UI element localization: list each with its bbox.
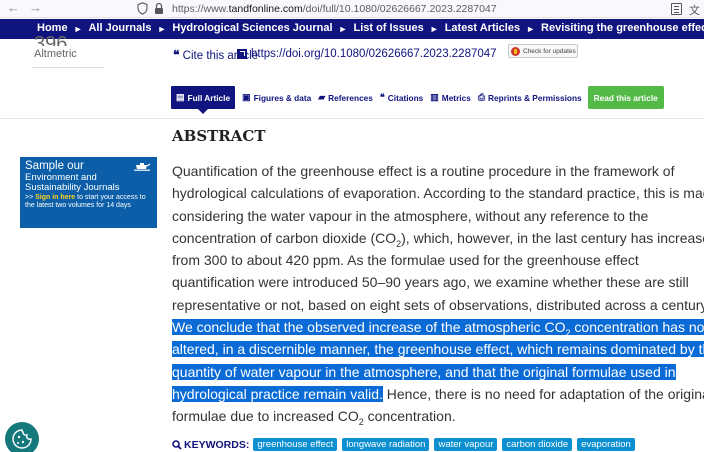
tab-reprints-permissions[interactable]: ⎙ Reprints & Permissions [478,86,582,109]
doi-link[interactable]: https://doi.org/10.1080/02626667.2023.22… [237,48,497,60]
tab-label: Full Article [187,92,231,103]
cookie-settings-button[interactable] [5,422,39,452]
external-link-icon [237,49,247,59]
reader-view-icon[interactable] [671,3,682,15]
sign-in-link[interactable]: Sign in here [35,194,75,201]
image-icon: ▣ [242,92,251,102]
altmetric-label: Altmetric [34,48,77,60]
tab-label: Figures & data [253,92,312,103]
tab-metrics[interactable]: ▥ Metrics [430,86,471,109]
tab-label: Reprints & Permissions [488,92,582,103]
divider [0,118,704,119]
tab-references[interactable]: ▰ References [318,86,373,109]
browser-toolbar: ← → https://www.tandfonline.com/doi/full… [0,0,704,18]
tab-full-article[interactable]: ▤ Full Article [171,86,236,114]
divider [32,67,104,68]
promo-text: >> Sign in here to start your access to … [25,194,146,209]
breadcrumb-item: Revisiting the greenhouse effect – a hyd… [541,22,704,34]
quote-icon: ❝ [379,92,385,102]
arrow-right-icon[interactable]: → [29,1,42,15]
breadcrumb-separator-icon: ► [429,24,439,34]
lock-icon[interactable] [154,2,164,15]
tab-read-this-article[interactable]: Read this article [587,86,664,109]
article-tabs: ▤ Full Article ▣ Figures & data ▰ References ❝… [171,86,671,114]
search-icon [172,439,182,450]
tab-figures-data[interactable]: ▣ Figures & data [242,86,311,109]
promo-subtitle: Environment and Sustainability Journals [25,172,120,193]
keyword-chip[interactable]: longwave radiation [342,438,430,451]
check-for-updates-badge[interactable]: Check for updates [508,44,578,58]
bar-chart-icon: ▥ [430,92,439,102]
promo-banner[interactable]: Sample our Environment and Sustainabilit… [20,157,157,228]
arrow-left-icon[interactable]: ← [7,1,20,15]
keywords: KEYWORDS: greenhouse effect longwave radi… [172,438,640,451]
breadcrumb-separator-icon: ► [157,24,167,34]
breadcrumb-item[interactable]: All Journals [88,22,151,36]
keyword-chip[interactable]: carbon dioxide [502,438,573,451]
keyword-chip[interactable]: water vapour [434,438,498,451]
teapot-icon [134,163,151,171]
document-icon: ▤ [176,92,185,102]
cookie-icon [12,429,32,449]
keyword-chip[interactable]: greenhouse effect [253,438,338,451]
url-bar[interactable]: https://www.tandfonline.com/doi/full/10.… [172,3,497,15]
translate-icon[interactable]: 文 [689,2,700,18]
tab-label: References [328,92,373,103]
crossmark-icon [511,46,520,56]
altmetric-score[interactable]: 396 [34,34,67,46]
breadcrumb: Home ► All Journals ► Hydrological Sciences … [0,19,704,39]
tab-citations[interactable]: ❝ Citations [380,86,423,109]
breadcrumb-item[interactable]: List of Issues [353,22,423,36]
keyword-chip[interactable]: evaporation [577,438,635,451]
print-icon: ⎙ [477,92,486,102]
abstract-heading: ABSTRACT [172,127,266,145]
breadcrumb-separator-icon: ► [338,24,348,34]
book-icon: ▰ [318,92,326,102]
breadcrumb-separator-icon: ► [73,24,83,34]
shield-icon[interactable] [137,2,148,15]
abstract-text[interactable]: Quantification of the greenhouse effect … [172,160,704,428]
tab-label: Metrics [441,92,471,103]
breadcrumb-item[interactable]: Hydrological Sciences Journal [172,22,332,36]
breadcrumb-item[interactable]: Latest Articles [445,22,520,36]
keywords-label: KEYWORDS: [172,439,249,451]
tab-label: Citations [387,92,424,103]
tab-label: Read this article [593,92,658,103]
quote-icon: ❝ [173,48,180,62]
breadcrumb-separator-icon: ► [526,24,536,34]
